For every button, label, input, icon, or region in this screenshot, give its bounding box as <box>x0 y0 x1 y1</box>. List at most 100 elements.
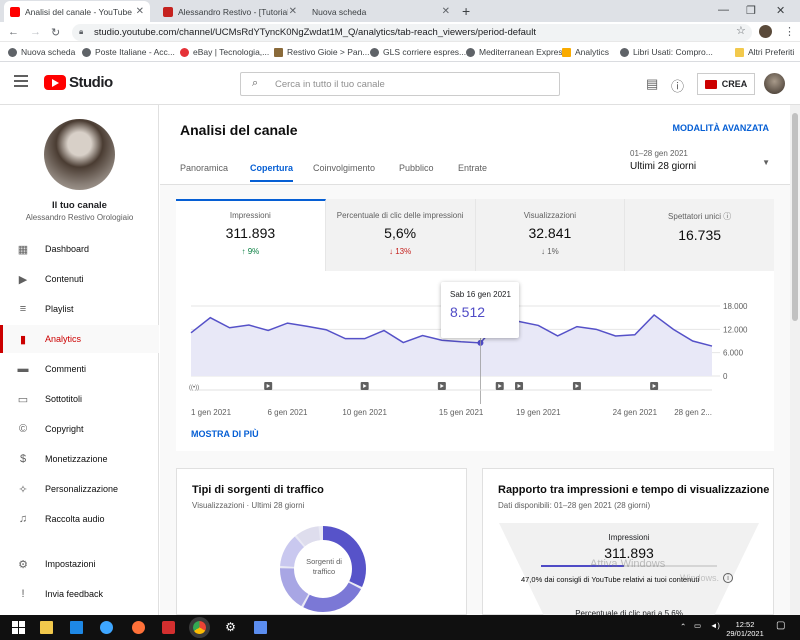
windows-start-icon[interactable] <box>12 621 25 634</box>
metric-spettatori-unici[interactable]: Spettatori unici ⓘ 16.735 <box>625 199 774 271</box>
tab-entrate[interactable]: Entrate <box>458 163 487 173</box>
video-camera-icon <box>704 79 717 89</box>
profile-avatar[interactable] <box>759 25 772 38</box>
close-tab-icon[interactable]: ✕ <box>136 6 144 17</box>
bookmark-item[interactable]: GLS corriere espres... <box>370 47 466 57</box>
tab-copertura[interactable]: Copertura <box>250 163 294 182</box>
copyright-icon: © <box>18 423 28 435</box>
arrow-down-icon: ↓ <box>389 247 393 256</box>
tab-panoramica[interactable]: Panoramica <box>180 163 228 173</box>
data-point <box>248 324 250 326</box>
youtube-logo-icon <box>44 75 66 90</box>
sidebar-item-analytics[interactable]: ▮ Analytics <box>0 325 159 353</box>
chevron-up-icon[interactable]: ⌃ <box>680 622 686 631</box>
sidebar-item-feedback[interactable]: ! Invia feedback <box>0 580 159 608</box>
bookmark-item[interactable]: eBay | Tecnologia,... <box>180 47 269 57</box>
clock[interactable]: 12:52 29/01/2021 <box>724 620 766 638</box>
firefox-icon[interactable] <box>132 621 145 634</box>
metric-visualizzazioni[interactable]: Visualizzazioni 32.841 ↓ 1% <box>475 199 626 271</box>
page-scrollbar[interactable] <box>790 105 800 615</box>
url-text: studio.youtube.com/channel/UCMsRdYTyncK0… <box>94 27 536 38</box>
y-tick-label: 12.000 <box>723 325 748 334</box>
acrobat-icon[interactable] <box>162 621 175 634</box>
data-point <box>634 334 636 336</box>
period-selector[interactable]: 01–28 gen 2021 Ultimi 28 giorni ▼ <box>630 149 770 172</box>
chrome-icon[interactable] <box>193 621 206 634</box>
back-icon[interactable]: ← <box>8 26 19 38</box>
info-icon[interactable]: i <box>723 573 733 583</box>
bookmark-item[interactable]: Libri Usati: Compro... <box>620 47 713 57</box>
bookmarks-bar: Nuova scheda Poste Italiane - Acc... eBa… <box>0 42 800 62</box>
tab-coinvolgimento[interactable]: Coinvolgimento <box>313 163 375 173</box>
donut-center-label: Sorgenti di traffico <box>306 557 342 576</box>
sidebar-item-sottotitoli[interactable]: ▭ Sottotitoli <box>0 385 159 413</box>
folder-icon <box>735 47 744 57</box>
data-point <box>267 329 269 331</box>
funnel-note: 47,0% dai consigli di YouTube relativi a… <box>521 575 700 584</box>
bookmark-item[interactable]: Poste Italiane - Acc... <box>82 47 175 57</box>
data-point <box>383 329 385 331</box>
browser-tab-1[interactable]: Alessandro Restivo - [Tutorial e R ✕ <box>157 1 303 22</box>
forward-icon[interactable]: → <box>30 26 41 38</box>
network-icon[interactable]: ▭ <box>694 621 701 630</box>
browser-tab-0[interactable]: Analisi del canale - YouTube Stud ✕ <box>4 1 150 22</box>
settings-gear-icon[interactable]: ⚙ <box>224 621 237 634</box>
star-icon[interactable]: ☆ <box>736 24 746 37</box>
bookmark-folder[interactable]: Altri Preferiti <box>735 47 794 57</box>
metric-impressioni[interactable]: Impressioni 311.893 ↑ 9% <box>176 199 326 271</box>
x-tick-label: 19 gen 2021 <box>516 408 561 417</box>
minimize-icon[interactable]: — <box>718 4 729 16</box>
sidebar-item-raccolta-audio[interactable]: ♫ Raccolta audio <box>0 505 159 533</box>
account-avatar[interactable] <box>764 73 785 94</box>
app-window-icon[interactable] <box>254 621 267 634</box>
info-icon[interactable]: ⓘ <box>723 212 731 221</box>
x-tick-label: 15 gen 2021 <box>439 408 484 417</box>
file-explorer-icon[interactable] <box>40 621 53 634</box>
sidebar-item-monetizzazione[interactable]: $ Monetizzazione <box>0 445 159 473</box>
y-tick-label: 6.000 <box>723 349 744 358</box>
content-icon: ▶ <box>18 273 28 286</box>
data-point <box>286 322 288 324</box>
globe-icon <box>466 47 475 57</box>
sidebar-item-commenti[interactable]: ▬ Commenti <box>0 355 159 383</box>
window-close-icon[interactable]: ✕ <box>776 4 785 17</box>
reload-icon[interactable]: ↻ <box>51 26 60 39</box>
bookmark-item[interactable]: Mediterranean Express <box>466 47 567 57</box>
traffic-donut[interactable] <box>177 469 468 616</box>
traffic-sources-card: Tipi di sorgenti di traffico Visualizzaz… <box>176 468 467 615</box>
messages-icon[interactable]: ▤ <box>646 76 658 92</box>
metric-ctr[interactable]: Percentuale di clic delle impressioni 5,… <box>325 199 476 271</box>
globe-icon <box>620 47 629 57</box>
tooltip-value: 8.512 <box>450 304 486 320</box>
maximize-icon[interactable]: ❐ <box>746 4 756 17</box>
advanced-mode-link[interactable]: MODALITÀ AVANZATA <box>673 123 769 133</box>
mail-icon[interactable] <box>70 621 83 634</box>
studio-logo[interactable]: Studio <box>44 74 113 91</box>
create-button[interactable]: CREA <box>697 73 755 95</box>
help-icon[interactable]: ⓘ <box>671 76 684 95</box>
menu-icon[interactable] <box>14 75 28 87</box>
sidebar-item-dashboard[interactable]: ▦ Dashboard <box>0 235 159 263</box>
close-tab-icon[interactable]: ✕ <box>289 6 297 17</box>
chrome-menu-icon[interactable]: ⋮ <box>784 25 795 38</box>
show-more-link[interactable]: MOSTRA DI PIÙ <box>191 429 259 439</box>
bookmark-item[interactable]: Restivo Gioie > Pan... <box>274 47 369 57</box>
new-tab-icon[interactable]: + <box>462 3 470 19</box>
sidebar-item-personalizzazione[interactable]: ✧ Personalizzazione <box>0 475 159 503</box>
sidebar-item-playlist[interactable]: ≡ Playlist <box>0 295 159 323</box>
browser-tab-2[interactable]: Nuova scheda ✕ <box>306 1 456 22</box>
sidebar-item-impostazioni[interactable]: ⚙ Impostazioni <box>0 550 159 578</box>
close-tab-icon[interactable]: ✕ <box>442 6 450 17</box>
bookmark-item[interactable]: Nuova scheda <box>8 47 75 57</box>
bookmark-item[interactable]: Analytics <box>562 47 609 57</box>
volume-icon[interactable]: ◄) <box>710 621 720 630</box>
channel-avatar[interactable] <box>44 119 115 190</box>
playlist-icon: ≡ <box>19 303 27 315</box>
search-input[interactable]: ⌕ Cerca in tutto il tuo canale <box>240 72 560 96</box>
tab-pubblico[interactable]: Pubblico <box>399 163 434 173</box>
notifications-icon[interactable]: ▢ <box>776 621 785 631</box>
app-icon[interactable] <box>100 621 113 634</box>
sidebar-item-contenuti[interactable]: ▶ Contenuti <box>0 265 159 293</box>
address-bar[interactable]: 🔒︎ studio.youtube.com/channel/UCMsRdYTyn… <box>72 24 752 41</box>
sidebar-item-copyright[interactable]: © Copyright <box>0 415 159 443</box>
